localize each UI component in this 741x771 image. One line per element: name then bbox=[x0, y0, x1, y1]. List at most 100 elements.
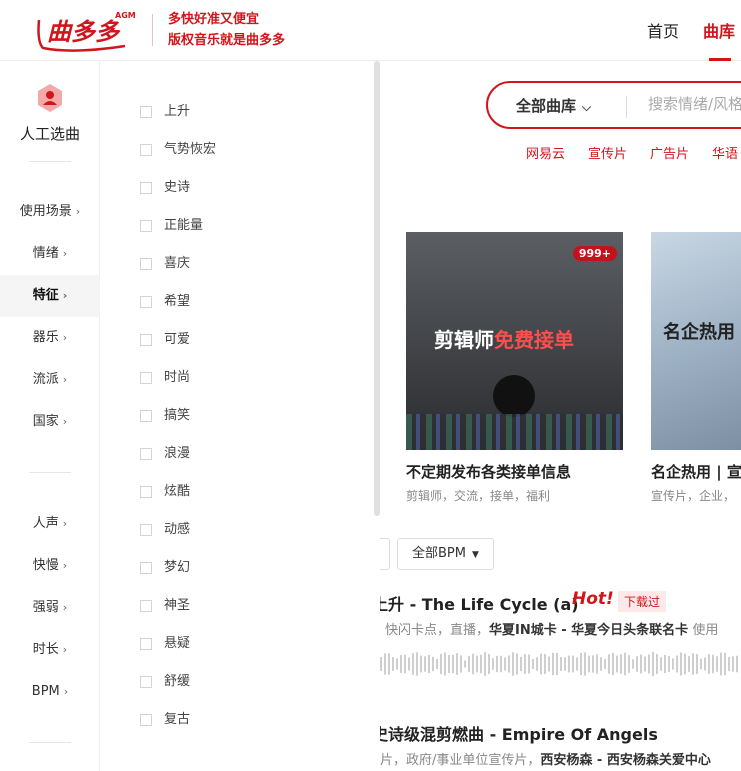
hot-word[interactable]: 网易云 bbox=[526, 143, 565, 162]
card-title[interactable]: 名企热用 | 宣 bbox=[651, 461, 741, 482]
checkbox[interactable] bbox=[140, 600, 152, 612]
chevron-down-icon: ⌵ bbox=[582, 100, 592, 114]
waveform-bar bbox=[736, 655, 738, 673]
nav-home[interactable]: 首页 bbox=[647, 18, 679, 42]
rail-item-scene[interactable]: 使用场景 › bbox=[0, 191, 100, 233]
waveform-bar bbox=[600, 657, 602, 671]
banner-card-freelance[interactable]: 999+ 剪辑师免费接单 bbox=[406, 232, 623, 450]
bpm-filter-select[interactable]: 全部BPM ▼ bbox=[397, 538, 494, 570]
rail-title: 人工选曲 bbox=[19, 125, 80, 143]
song-title[interactable]: 上升 - The Life Cycle (a) bbox=[380, 591, 579, 615]
rail-item-intensity[interactable]: 强弱 › bbox=[0, 587, 100, 629]
checkbox[interactable] bbox=[140, 372, 152, 384]
waveform-bar bbox=[676, 655, 678, 673]
checkbox[interactable] bbox=[140, 182, 152, 194]
rail-item-country[interactable]: 国家 › bbox=[0, 401, 100, 443]
waveform-bar bbox=[556, 652, 558, 676]
checkbox[interactable] bbox=[140, 144, 152, 156]
hot-tag: Hot! bbox=[572, 589, 614, 609]
rail-divider bbox=[29, 161, 71, 162]
hot-word[interactable]: 华语 bbox=[712, 143, 738, 162]
waveform-bar bbox=[608, 654, 610, 674]
timeline-strip bbox=[406, 414, 623, 450]
checkbox[interactable] bbox=[140, 106, 152, 118]
search-category-label: 全部曲库 bbox=[516, 97, 577, 115]
search-divider bbox=[626, 96, 627, 118]
rail-item-label: 国家 bbox=[32, 414, 59, 429]
song-title[interactable]: 史诗级混剪燃曲 - Empire Of Angels bbox=[380, 721, 658, 745]
card-title[interactable]: 不定期发布各类接单信息 bbox=[406, 461, 571, 482]
rail-item-genre[interactable]: 流派 › bbox=[0, 359, 100, 401]
checkbox[interactable] bbox=[140, 220, 152, 232]
logo-divider bbox=[152, 14, 153, 46]
rail-item-bpm[interactable]: BPM › bbox=[0, 671, 100, 713]
rail-item-duration[interactable]: 时长 › bbox=[0, 629, 100, 671]
waveform-bar bbox=[668, 656, 670, 672]
rail-item-feature[interactable]: 特征 › bbox=[0, 275, 100, 317]
nav-library[interactable]: 曲库 bbox=[703, 18, 735, 42]
waveform-bar bbox=[424, 656, 426, 672]
waveform-bar bbox=[592, 655, 594, 673]
song-meta-source: 西安杨森 - 西安杨森关爱中心 bbox=[540, 753, 711, 768]
tag-label: 梦幻 bbox=[164, 560, 191, 575]
chevron-right-icon: › bbox=[62, 331, 68, 344]
rail-item-label: 使用场景 bbox=[19, 204, 72, 219]
downloaded-badge: 下载过 bbox=[618, 591, 667, 612]
banner-card-enterprise[interactable]: 名企热用 bbox=[651, 232, 741, 450]
logo-text: 曲多多 bbox=[47, 18, 121, 46]
waveform-bar bbox=[524, 653, 526, 675]
waveform-bar bbox=[504, 657, 506, 671]
waveform-bar bbox=[496, 655, 498, 673]
waveform-bar bbox=[612, 652, 614, 676]
waveform-bar bbox=[564, 657, 566, 671]
search-category-select[interactable]: 全部曲库 ⌵ bbox=[516, 95, 591, 116]
checkbox[interactable] bbox=[140, 410, 152, 422]
checkbox[interactable] bbox=[140, 562, 152, 574]
checkbox[interactable] bbox=[140, 334, 152, 346]
waveform-bar bbox=[708, 654, 710, 674]
waveform-bar bbox=[528, 654, 530, 674]
waveform-bar bbox=[548, 656, 550, 672]
waveform-bar bbox=[488, 653, 490, 675]
rail-item-label: 快慢 bbox=[32, 558, 59, 573]
waveform-bar bbox=[516, 653, 518, 675]
hot-word[interactable]: 广告片 bbox=[650, 143, 689, 162]
chevron-right-icon: › bbox=[62, 517, 68, 530]
waveform-bar bbox=[412, 653, 414, 675]
waveform-bar bbox=[544, 653, 546, 675]
rail-item-instrument[interactable]: 器乐 › bbox=[0, 317, 100, 359]
waveform-bar bbox=[584, 652, 586, 676]
waveform-bar bbox=[628, 655, 630, 673]
banner-overlay-text: 剪辑师免费接单 bbox=[434, 324, 574, 353]
logo[interactable]: 曲多多 AGM bbox=[33, 8, 138, 54]
waveform-bar bbox=[680, 652, 682, 676]
waveform-bar bbox=[720, 652, 722, 676]
filter-button[interactable] bbox=[380, 538, 390, 570]
main-content: 全部曲库 ⌵ 网易云 宣传片 广告片 华语 999+ 剪辑师免费接单 名企热用 不… bbox=[380, 61, 741, 771]
waveform[interactable] bbox=[380, 649, 741, 679]
rail-item-mood[interactable]: 情绪 › bbox=[0, 233, 100, 275]
waveform-bar bbox=[572, 655, 574, 673]
waveform-bar bbox=[404, 654, 406, 674]
waveform-bar bbox=[428, 655, 430, 673]
waveform-bar bbox=[728, 656, 730, 672]
checkbox[interactable] bbox=[140, 258, 152, 270]
checkbox[interactable] bbox=[140, 524, 152, 536]
checkbox[interactable] bbox=[140, 676, 152, 688]
song-meta: 快闪卡点，直播，华夏IN城卡 - 华夏今日头条联名卡 使用 bbox=[385, 619, 718, 638]
checkbox[interactable] bbox=[140, 486, 152, 498]
hot-word[interactable]: 宣传片 bbox=[588, 143, 627, 162]
waveform-bar bbox=[692, 653, 694, 675]
panel-scrollbar[interactable] bbox=[374, 61, 380, 516]
search-input[interactable] bbox=[648, 95, 741, 113]
checkbox[interactable] bbox=[140, 448, 152, 460]
waveform-bar bbox=[664, 654, 666, 674]
waveform-bar bbox=[460, 655, 462, 673]
waveform-bar bbox=[568, 655, 570, 673]
checkbox[interactable] bbox=[140, 714, 152, 726]
checkbox[interactable] bbox=[140, 296, 152, 308]
checkbox[interactable] bbox=[140, 638, 152, 650]
bpm-filter-label: 全部BPM bbox=[412, 546, 466, 561]
rail-item-vocal[interactable]: 人声 › bbox=[0, 503, 100, 545]
rail-item-tempo[interactable]: 快慢 › bbox=[0, 545, 100, 587]
